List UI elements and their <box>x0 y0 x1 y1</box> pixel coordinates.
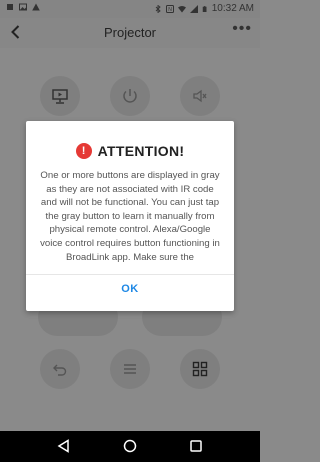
nav-home-icon[interactable] <box>123 439 137 453</box>
bluetooth-icon <box>155 4 161 13</box>
page-title: Projector <box>103 25 157 40</box>
grid-button[interactable] <box>180 349 220 389</box>
attention-dialog: ! ATTENTION! One or more buttons are dis… <box>26 121 234 311</box>
dialog-scroll-area[interactable]: One or more buttons are displayed in gra… <box>38 169 222 273</box>
photo-icon <box>19 3 27 11</box>
svg-text:N: N <box>168 7 172 13</box>
return-button[interactable] <box>40 349 80 389</box>
nav-recents-icon[interactable] <box>189 439 203 453</box>
power-button[interactable] <box>110 76 150 116</box>
exclamation-icon: ! <box>75 143 92 159</box>
dialog-divider <box>26 274 234 275</box>
dialog-title: ATTENTION! <box>97 143 185 159</box>
app-bar: Projector ••• <box>0 18 260 48</box>
status-time: 10:32 AM <box>211 3 254 14</box>
signal-icon <box>189 4 198 13</box>
return-icon <box>53 364 67 376</box>
wifi-icon <box>177 5 186 12</box>
battery-icon <box>202 5 207 12</box>
ok-button[interactable]: OK <box>26 283 234 295</box>
projector-input-button[interactable] <box>40 76 80 116</box>
menu-button[interactable] <box>110 349 150 389</box>
dialog-header: ! ATTENTION! <box>26 143 234 159</box>
power-icon <box>123 89 137 103</box>
notification-icon <box>7 4 13 10</box>
nfc-icon: N <box>165 4 174 13</box>
status-bar: N 10:32 AM <box>0 0 260 18</box>
menu-icon <box>124 364 136 374</box>
nav-back-icon[interactable] <box>57 439 71 453</box>
alert-icon <box>32 3 40 11</box>
projector-input-icon <box>52 89 68 104</box>
mute-button[interactable] <box>180 76 220 116</box>
dialog-message: One or more buttons are displayed in gra… <box>40 170 220 263</box>
grid-icon <box>192 361 208 377</box>
more-dots-icon[interactable]: ••• <box>232 20 252 38</box>
mute-icon <box>193 89 207 103</box>
navigation-bar <box>0 431 260 462</box>
